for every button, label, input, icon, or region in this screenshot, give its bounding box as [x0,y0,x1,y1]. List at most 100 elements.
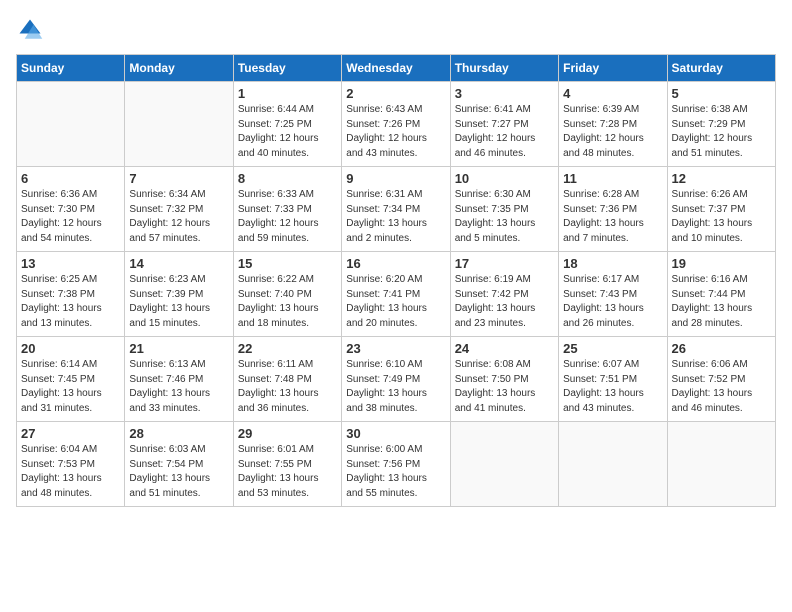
weekday-header-sunday: Sunday [17,55,125,82]
day-info: Sunrise: 6:44 AM Sunset: 7:25 PM Dayligh… [238,103,337,161]
day-info: Sunrise: 6:14 AM Sunset: 7:45 PM Dayligh… [21,358,120,416]
day-info: Sunrise: 6:13 AM Sunset: 7:46 PM Dayligh… [129,358,228,416]
calendar-table: SundayMondayTuesdayWednesdayThursdayFrid… [16,54,776,507]
weekday-header-row: SundayMondayTuesdayWednesdayThursdayFrid… [17,55,776,82]
day-number: 21 [129,341,228,356]
day-number: 28 [129,426,228,441]
weekday-header-friday: Friday [559,55,667,82]
day-info: Sunrise: 6:11 AM Sunset: 7:48 PM Dayligh… [238,358,337,416]
calendar-cell [125,82,233,167]
day-info: Sunrise: 6:16 AM Sunset: 7:44 PM Dayligh… [672,273,771,331]
day-number: 9 [346,171,445,186]
calendar-week-row: 20 Sunrise: 6:14 AM Sunset: 7:45 PM Dayli… [17,337,776,422]
calendar-cell: 8 Sunrise: 6:33 AM Sunset: 7:33 PM Daylig… [233,167,341,252]
day-number: 1 [238,86,337,101]
day-info: Sunrise: 6:33 AM Sunset: 7:33 PM Dayligh… [238,188,337,246]
day-number: 25 [563,341,662,356]
calendar-cell: 20 Sunrise: 6:14 AM Sunset: 7:45 PM Dayli… [17,337,125,422]
day-info: Sunrise: 6:20 AM Sunset: 7:41 PM Dayligh… [346,273,445,331]
day-number: 20 [21,341,120,356]
logo [16,16,46,44]
day-info: Sunrise: 6:26 AM Sunset: 7:37 PM Dayligh… [672,188,771,246]
day-number: 23 [346,341,445,356]
day-number: 6 [21,171,120,186]
calendar-cell [559,422,667,507]
calendar-cell: 5 Sunrise: 6:38 AM Sunset: 7:29 PM Daylig… [667,82,775,167]
calendar-cell: 26Sunrise: 6:06 AM Sunset: 7:52 PM Dayli… [667,337,775,422]
calendar-cell: 27 Sunrise: 6:04 AM Sunset: 7:53 PM Dayli… [17,422,125,507]
calendar-cell: 22 Sunrise: 6:11 AM Sunset: 7:48 PM Dayli… [233,337,341,422]
weekday-header-tuesday: Tuesday [233,55,341,82]
day-info: Sunrise: 6:31 AM Sunset: 7:34 PM Dayligh… [346,188,445,246]
calendar-cell: 13 Sunrise: 6:25 AM Sunset: 7:38 PM Dayli… [17,252,125,337]
calendar-cell: 30 Sunrise: 6:00 AM Sunset: 7:56 PM Dayli… [342,422,450,507]
day-info: Sunrise: 6:06 AM Sunset: 7:52 PM Dayligh… [672,358,771,416]
calendar-week-row: 13 Sunrise: 6:25 AM Sunset: 7:38 PM Dayli… [17,252,776,337]
day-number: 8 [238,171,337,186]
day-info: Sunrise: 6:07 AM Sunset: 7:51 PM Dayligh… [563,358,662,416]
day-info: Sunrise: 6:41 AM Sunset: 7:27 PM Dayligh… [455,103,554,161]
day-info: Sunrise: 6:01 AM Sunset: 7:55 PM Dayligh… [238,443,337,501]
day-info: Sunrise: 6:23 AM Sunset: 7:39 PM Dayligh… [129,273,228,331]
day-info: Sunrise: 6:17 AM Sunset: 7:43 PM Dayligh… [563,273,662,331]
day-info: Sunrise: 6:38 AM Sunset: 7:29 PM Dayligh… [672,103,771,161]
day-info: Sunrise: 6:25 AM Sunset: 7:38 PM Dayligh… [21,273,120,331]
calendar-cell: 3 Sunrise: 6:41 AM Sunset: 7:27 PM Daylig… [450,82,558,167]
calendar-cell: 17Sunrise: 6:19 AM Sunset: 7:42 PM Dayli… [450,252,558,337]
calendar-cell: 6 Sunrise: 6:36 AM Sunset: 7:30 PM Daylig… [17,167,125,252]
calendar-week-row: 1 Sunrise: 6:44 AM Sunset: 7:25 PM Daylig… [17,82,776,167]
calendar-cell: 16 Sunrise: 6:20 AM Sunset: 7:41 PM Dayli… [342,252,450,337]
day-number: 5 [672,86,771,101]
calendar-cell: 14 Sunrise: 6:23 AM Sunset: 7:39 PM Dayli… [125,252,233,337]
day-info: Sunrise: 6:08 AM Sunset: 7:50 PM Dayligh… [455,358,554,416]
calendar-cell: 29 Sunrise: 6:01 AM Sunset: 7:55 PM Dayli… [233,422,341,507]
day-number: 17 [455,256,554,271]
calendar-body: 1 Sunrise: 6:44 AM Sunset: 7:25 PM Daylig… [17,82,776,507]
calendar-cell [17,82,125,167]
day-number: 11 [563,171,662,186]
calendar-cell: 28 Sunrise: 6:03 AM Sunset: 7:54 PM Dayli… [125,422,233,507]
day-info: Sunrise: 6:22 AM Sunset: 7:40 PM Dayligh… [238,273,337,331]
day-info: Sunrise: 6:00 AM Sunset: 7:56 PM Dayligh… [346,443,445,501]
weekday-header-monday: Monday [125,55,233,82]
day-number: 10 [455,171,554,186]
day-number: 18 [563,256,662,271]
day-number: 7 [129,171,228,186]
calendar-cell: 10 Sunrise: 6:30 AM Sunset: 7:35 PM Dayli… [450,167,558,252]
calendar-cell: 2Sunrise: 6:43 AM Sunset: 7:26 PM Daylig… [342,82,450,167]
calendar-cell: 19Sunrise: 6:16 AM Sunset: 7:44 PM Dayli… [667,252,775,337]
day-info: Sunrise: 6:03 AM Sunset: 7:54 PM Dayligh… [129,443,228,501]
calendar-cell [667,422,775,507]
calendar-week-row: 6 Sunrise: 6:36 AM Sunset: 7:30 PM Daylig… [17,167,776,252]
calendar-cell [450,422,558,507]
calendar-cell: 9 Sunrise: 6:31 AM Sunset: 7:34 PM Daylig… [342,167,450,252]
day-info: Sunrise: 6:36 AM Sunset: 7:30 PM Dayligh… [21,188,120,246]
calendar-cell: 7 Sunrise: 6:34 AM Sunset: 7:32 PM Daylig… [125,167,233,252]
day-info: Sunrise: 6:28 AM Sunset: 7:36 PM Dayligh… [563,188,662,246]
day-number: 2 [346,86,445,101]
calendar-cell: 11 Sunrise: 6:28 AM Sunset: 7:36 PM Dayli… [559,167,667,252]
day-number: 14 [129,256,228,271]
weekday-header-thursday: Thursday [450,55,558,82]
day-number: 27 [21,426,120,441]
calendar-cell: 12Sunrise: 6:26 AM Sunset: 7:37 PM Dayli… [667,167,775,252]
page-header [16,16,776,44]
day-number: 29 [238,426,337,441]
day-number: 3 [455,86,554,101]
calendar-week-row: 27 Sunrise: 6:04 AM Sunset: 7:53 PM Dayli… [17,422,776,507]
day-info: Sunrise: 6:30 AM Sunset: 7:35 PM Dayligh… [455,188,554,246]
day-number: 15 [238,256,337,271]
day-number: 30 [346,426,445,441]
calendar-cell: 25 Sunrise: 6:07 AM Sunset: 7:51 PM Dayli… [559,337,667,422]
day-number: 22 [238,341,337,356]
day-info: Sunrise: 6:34 AM Sunset: 7:32 PM Dayligh… [129,188,228,246]
day-info: Sunrise: 6:04 AM Sunset: 7:53 PM Dayligh… [21,443,120,501]
day-number: 24 [455,341,554,356]
day-number: 16 [346,256,445,271]
day-number: 4 [563,86,662,101]
calendar-cell: 1 Sunrise: 6:44 AM Sunset: 7:25 PM Daylig… [233,82,341,167]
calendar-cell: 15 Sunrise: 6:22 AM Sunset: 7:40 PM Dayli… [233,252,341,337]
day-number: 13 [21,256,120,271]
day-info: Sunrise: 6:10 AM Sunset: 7:49 PM Dayligh… [346,358,445,416]
calendar-cell: 4Sunrise: 6:39 AM Sunset: 7:28 PM Daylig… [559,82,667,167]
